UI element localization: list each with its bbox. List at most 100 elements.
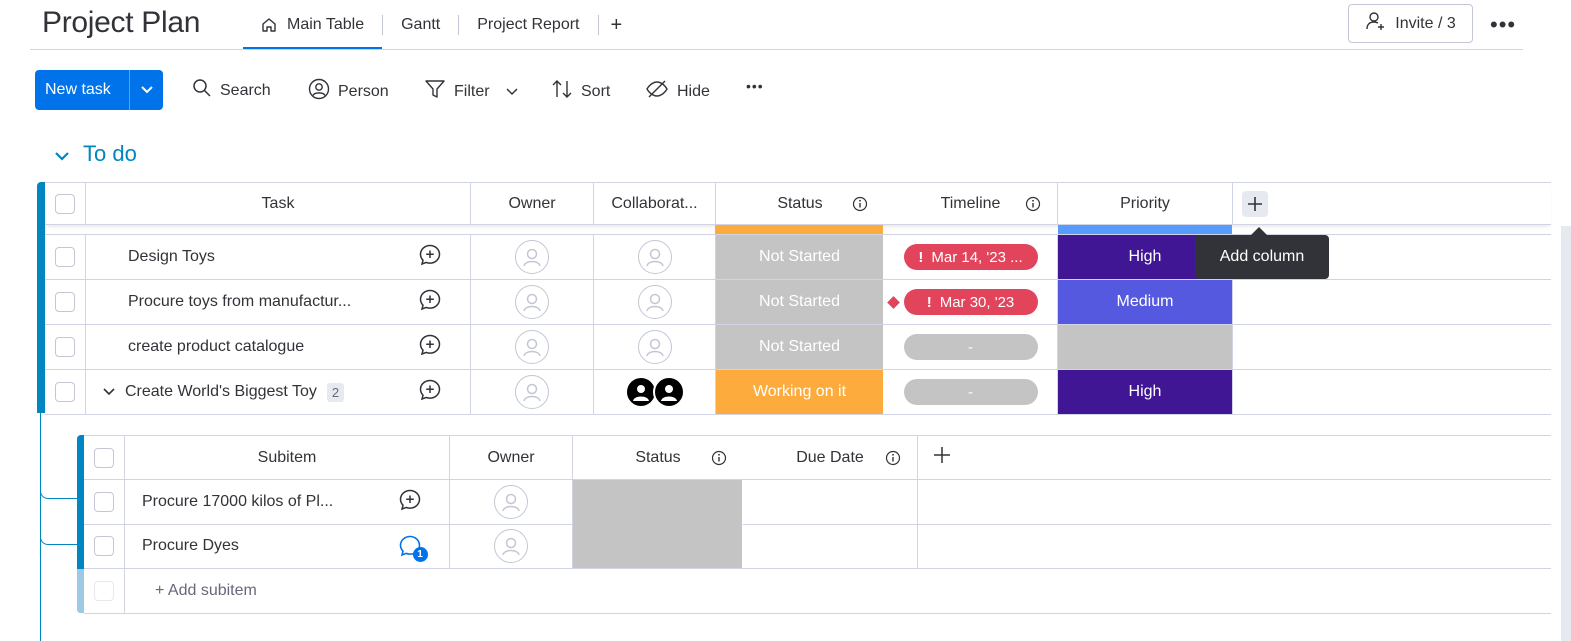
add-subitem-input[interactable]: + Add subitem	[125, 569, 525, 613]
column-header-timeline[interactable]: Timeline	[884, 183, 1058, 224]
avatar-placeholder[interactable]	[494, 485, 528, 519]
row-checkbox[interactable]	[55, 382, 75, 402]
status-cell[interactable]: Working on it	[716, 370, 884, 414]
invite-button[interactable]: Invite / 3	[1348, 4, 1473, 43]
tab-main-table[interactable]: Main Table	[243, 0, 383, 50]
subitem-name-cell[interactable]: Procure Dyes	[125, 524, 370, 568]
avatar-placeholder[interactable]	[494, 529, 528, 563]
collaborators-cell[interactable]	[594, 235, 716, 279]
status-cell[interactable]: Not Started	[716, 280, 884, 324]
subitem-name-cell[interactable]: Procure 17000 kilos of Pl...	[125, 480, 370, 524]
add-column-button[interactable]	[1233, 183, 1277, 224]
search-button[interactable]: Search	[192, 78, 271, 103]
task-name[interactable]: Procure toys from manufactur...	[128, 293, 351, 311]
timeline-pill[interactable]: ! Mar 30, '23	[903, 289, 1038, 315]
sort-button[interactable]: Sort	[551, 78, 610, 105]
owner-cell[interactable]	[471, 235, 594, 279]
task-name-cell[interactable]: Design Toys	[86, 235, 390, 279]
collaborators-cell[interactable]	[594, 280, 716, 324]
row-checkbox[interactable]	[55, 337, 75, 357]
subitem-name[interactable]: Procure Dyes	[142, 537, 239, 555]
timeline-cell[interactable]: ! Mar 30, '23	[884, 280, 1058, 324]
avatar[interactable]	[624, 376, 657, 408]
filter-button[interactable]: Filter	[424, 78, 518, 105]
avatar-placeholder[interactable]	[515, 285, 549, 319]
plus-icon[interactable]	[1242, 190, 1268, 217]
task-name[interactable]: Design Toys	[128, 248, 215, 266]
add-subitem-column-button[interactable]	[918, 436, 966, 479]
avatar-placeholder[interactable]	[515, 330, 549, 364]
info-icon[interactable]	[711, 450, 727, 471]
vertical-scrollbar[interactable]	[1561, 226, 1571, 641]
updates-cell[interactable]	[370, 480, 450, 524]
priority-cell[interactable]	[1058, 325, 1233, 369]
timeline-pill[interactable]: -	[903, 334, 1038, 360]
timeline-cell[interactable]: ! Mar 14, '23 ...	[884, 235, 1058, 279]
subitem-select-all-checkbox[interactable]	[94, 447, 114, 468]
add-update-icon[interactable]	[418, 243, 442, 272]
task-name-cell[interactable]: Procure toys from manufactur...	[86, 280, 390, 324]
column-header-collaborators[interactable]: Collaborat...	[594, 183, 716, 224]
column-header-owner[interactable]: Owner	[471, 183, 594, 224]
info-icon[interactable]	[885, 450, 901, 471]
avatar-placeholder[interactable]	[637, 330, 672, 364]
avatar-placeholder[interactable]	[515, 375, 549, 409]
task-name-cell[interactable]: create product catalogue	[86, 325, 390, 369]
updates-cell[interactable]	[390, 235, 471, 279]
group-header[interactable]: To do	[55, 141, 137, 167]
hide-button[interactable]: Hide	[645, 78, 710, 105]
updates-cell[interactable]	[390, 325, 471, 369]
updates-cell[interactable]	[390, 280, 471, 324]
owner-cell[interactable]	[471, 280, 594, 324]
status-cell[interactable]: Not Started	[716, 325, 884, 369]
table-row[interactable]: Create World's Biggest Toy 2 Working on it…	[45, 370, 1551, 415]
priority-cell[interactable]: High	[1058, 370, 1233, 414]
timeline-cell[interactable]: -	[884, 325, 1058, 369]
collaborators-cell[interactable]	[594, 325, 716, 369]
table-row[interactable]: Procure toys from manufactur... Not Start…	[45, 280, 1551, 325]
row-checkbox[interactable]	[55, 247, 75, 267]
updates-icon[interactable]: 1	[398, 534, 428, 562]
more-options-icon[interactable]: •••	[1490, 12, 1516, 38]
owner-cell[interactable]	[471, 325, 594, 369]
table-row[interactable]: create product catalogue Not Started -	[45, 325, 1551, 370]
row-checkbox[interactable]	[94, 492, 114, 512]
priority-cell[interactable]: Medium	[1058, 280, 1233, 324]
info-icon[interactable]	[1025, 196, 1041, 217]
chevron-down-icon[interactable]	[129, 70, 163, 110]
due-date-cell[interactable]	[743, 480, 918, 524]
timeline-pill[interactable]: -	[903, 379, 1038, 405]
column-header-priority[interactable]: Priority	[1058, 183, 1233, 224]
avatar-placeholder[interactable]	[637, 240, 672, 274]
column-header-sub-owner[interactable]: Owner	[450, 436, 573, 479]
subitem-row[interactable]: Procure Dyes 1	[84, 524, 1551, 569]
chevron-down-icon[interactable]	[506, 83, 518, 101]
person-filter-button[interactable]: Person	[308, 78, 389, 105]
tab-gantt[interactable]: Gantt	[383, 0, 458, 50]
due-date-cell[interactable]	[743, 524, 918, 568]
task-name[interactable]: create product catalogue	[128, 338, 304, 356]
task-name[interactable]: Create World's Biggest Toy	[125, 383, 317, 401]
avatar[interactable]	[652, 376, 685, 408]
task-name-cell[interactable]: Create World's Biggest Toy 2	[86, 370, 390, 414]
timeline-pill[interactable]: ! Mar 14, '23 ...	[903, 244, 1038, 270]
select-all-checkbox[interactable]	[55, 193, 75, 214]
row-checkbox[interactable]	[94, 536, 114, 556]
subitem-row[interactable]: Procure 17000 kilos of Pl...	[84, 480, 1551, 525]
tab-project-report[interactable]: Project Report	[459, 0, 597, 50]
owner-cell[interactable]	[450, 480, 573, 524]
chevron-down-icon[interactable]	[103, 388, 115, 396]
avatar-placeholder[interactable]	[515, 240, 549, 274]
chevron-down-icon[interactable]	[55, 141, 69, 167]
new-task-button[interactable]: New task	[35, 70, 163, 110]
updates-cell[interactable]: 1	[370, 524, 450, 568]
column-header-task[interactable]: Task	[86, 183, 471, 224]
info-icon[interactable]	[852, 196, 868, 217]
status-cell[interactable]: Not Started	[716, 235, 884, 279]
subitem-name[interactable]: Procure 17000 kilos of Pl...	[142, 493, 333, 511]
owner-cell[interactable]	[450, 524, 573, 568]
add-update-icon[interactable]	[418, 288, 442, 317]
timeline-cell[interactable]: -	[884, 370, 1058, 414]
subitem-status-cell[interactable]	[573, 480, 743, 524]
column-header-status[interactable]: Status	[716, 183, 884, 224]
